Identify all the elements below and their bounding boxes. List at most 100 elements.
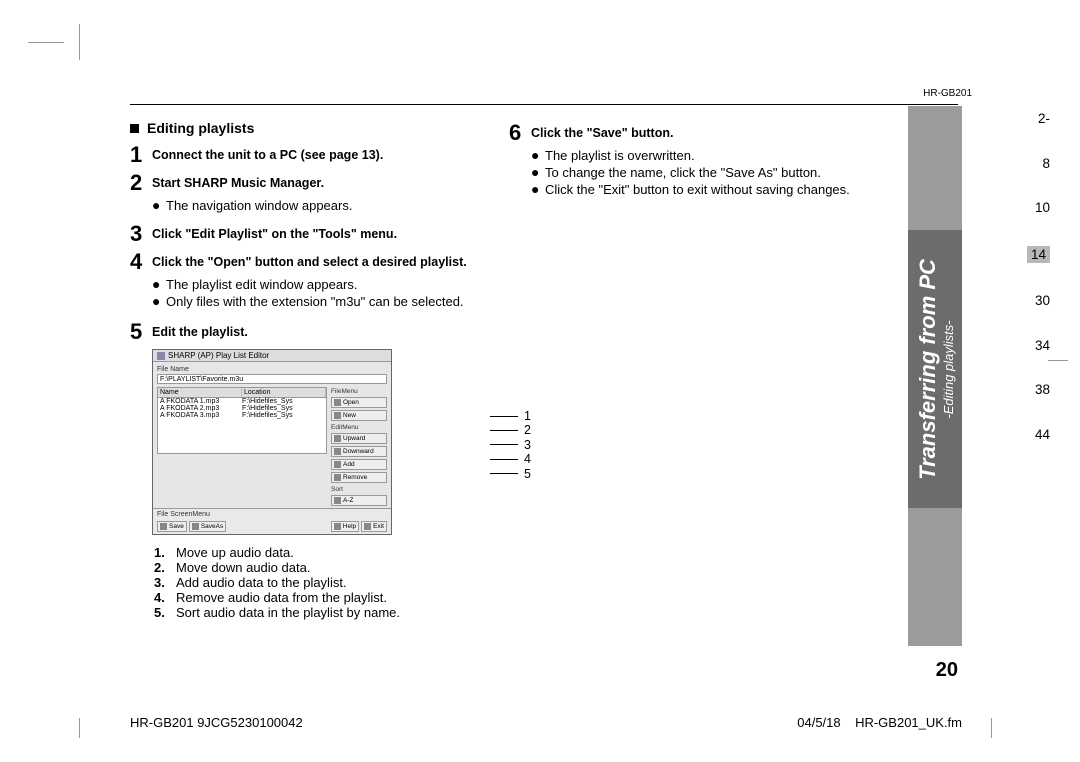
step-number: 6	[509, 120, 531, 146]
footer-left: HR-GB201 9JCG5230100042	[130, 715, 303, 730]
step-2: 2 Start SHARP Music Manager.	[130, 170, 481, 196]
legend-text: Sort audio data in the playlist by name.	[176, 605, 400, 620]
index-item-active: 14	[1027, 246, 1050, 264]
step-4: 4 Click the "Open" button and select a d…	[130, 249, 481, 275]
step-text: Click the "Open" button and select a des…	[152, 249, 467, 269]
step-6: 6 Click the "Save" button.	[509, 120, 860, 146]
remove-button: Remove	[331, 472, 387, 483]
step-number: 3	[130, 221, 152, 247]
sort-label: Sort	[331, 486, 387, 493]
content-area: Editing playlists 1 Connect the unit to …	[130, 120, 860, 620]
help-button: Help	[331, 521, 359, 532]
section-title-text: Editing playlists	[147, 120, 254, 136]
substep-text: The playlist is overwritten.	[545, 148, 695, 163]
sort-icon	[334, 497, 341, 504]
legend-num: 1.	[154, 545, 176, 560]
step-number: 5	[130, 319, 152, 345]
editor-titlebar: SHARP (AP) Play List Editor	[153, 350, 391, 362]
step-text: Click "Edit Playlist" on the "Tools" men…	[152, 221, 397, 241]
left-column: Editing playlists 1 Connect the unit to …	[130, 120, 481, 620]
step-number: 1	[130, 142, 152, 168]
callout-1: 1	[524, 409, 531, 423]
footer-file: HR-GB201_UK.fm	[855, 715, 962, 730]
legend-text: Move down audio data.	[176, 560, 310, 575]
index-item: 30	[1027, 294, 1050, 308]
crop-mark	[991, 718, 992, 738]
remove-icon	[334, 474, 341, 481]
step-1: 1 Connect the unit to a PC (see page 13)…	[130, 142, 481, 168]
side-tab: Transferring from PC -Editing playlists-	[908, 230, 962, 508]
index-item: 34	[1027, 339, 1050, 353]
legend: 1.Move up audio data. 2.Move down audio …	[154, 545, 481, 620]
cell: F:\Hidefiles_Sys	[242, 398, 324, 405]
substep-text: The playlist edit window appears.	[166, 277, 358, 292]
crop-mark	[79, 718, 80, 738]
upward-button: Upward	[331, 433, 387, 444]
bullet-icon: ●	[152, 294, 166, 308]
help-icon	[334, 523, 341, 530]
screen-menu-label: File ScreenMenu	[157, 511, 387, 518]
side-tab-sub: -Editing playlists-	[941, 259, 956, 480]
callout-2: 2	[524, 423, 531, 437]
step-text: Connect the unit to a PC (see page 13).	[152, 142, 383, 162]
sort-button: A-Z	[331, 495, 387, 506]
footer-date: 04/5/18	[797, 715, 840, 730]
step-text: Edit the playlist.	[152, 319, 248, 339]
editor-list: Name Location A FKODATA 1.mp3F:\Hidefile…	[157, 387, 327, 506]
saveas-icon	[192, 523, 199, 530]
index-item: 38	[1027, 383, 1050, 397]
crop-mark	[28, 42, 64, 43]
editor-side-panel: FileMenu Open New EditMenu Upward Downwa…	[331, 387, 387, 506]
bullet-icon: ●	[531, 165, 545, 179]
substep-text: The navigation window appears.	[166, 198, 352, 213]
step-text: Click the "Save" button.	[531, 120, 673, 140]
index-item: 2-	[1027, 112, 1050, 126]
bullet-icon: ●	[531, 148, 545, 162]
legend-text: Remove audio data from the playlist.	[176, 590, 387, 605]
open-button: Open	[331, 397, 387, 408]
legend-text: Add audio data to the playlist.	[176, 575, 347, 590]
crop-mark	[79, 24, 80, 60]
filename-input: F:\PLAYLIST\Favorite.m3u	[157, 374, 387, 384]
col-name: Name	[158, 388, 242, 397]
bullet-icon: ●	[152, 198, 166, 212]
substep: ● Only files with the extension "m3u" ca…	[152, 294, 481, 309]
legend-text: Move up audio data.	[176, 545, 294, 560]
editor-title-text: SHARP (AP) Play List Editor	[168, 351, 269, 360]
new-icon	[334, 412, 341, 419]
save-button: Save	[157, 521, 187, 532]
index-item: 10	[1027, 201, 1050, 215]
app-icon	[157, 352, 165, 360]
substep: ● The playlist edit window appears.	[152, 277, 481, 292]
legend-num: 5.	[154, 605, 176, 620]
index-item: 8	[1027, 157, 1050, 171]
filename-label: File Name	[157, 366, 387, 373]
playlist-editor-screenshot: SHARP (AP) Play List Editor File Name F:…	[152, 349, 392, 535]
filemenu-label: FileMenu	[331, 388, 387, 395]
save-icon	[160, 523, 167, 530]
editmenu-label: EditMenu	[331, 424, 387, 431]
side-tab-main: Transferring from PC	[915, 259, 941, 480]
footer-right: 04/5/18 HR-GB201_UK.fm	[797, 715, 962, 730]
substep-text: To change the name, click the "Save As" …	[545, 165, 821, 180]
legend-num: 3.	[154, 575, 176, 590]
page-number: 20	[936, 659, 958, 682]
exit-button: Exit	[361, 521, 387, 532]
index-item: 44	[1027, 428, 1050, 442]
callout-3: 3	[524, 438, 531, 452]
step-text: Start SHARP Music Manager.	[152, 170, 324, 190]
downward-button: Downward	[331, 446, 387, 457]
step-number: 2	[130, 170, 152, 196]
square-bullet-icon	[130, 124, 139, 133]
new-button: New	[331, 410, 387, 421]
substep: ● The playlist is overwritten.	[531, 148, 860, 163]
up-icon	[334, 435, 341, 442]
substep: ● To change the name, click the "Save As…	[531, 165, 860, 180]
callout-5: 5	[524, 467, 531, 481]
editor-list-body: A FKODATA 1.mp3F:\Hidefiles_Sys A FKODAT…	[157, 398, 327, 454]
exit-icon	[364, 523, 371, 530]
add-button: Add	[331, 459, 387, 470]
add-icon	[334, 461, 341, 468]
legend-num: 4.	[154, 590, 176, 605]
substep: ● The navigation window appears.	[152, 198, 481, 213]
